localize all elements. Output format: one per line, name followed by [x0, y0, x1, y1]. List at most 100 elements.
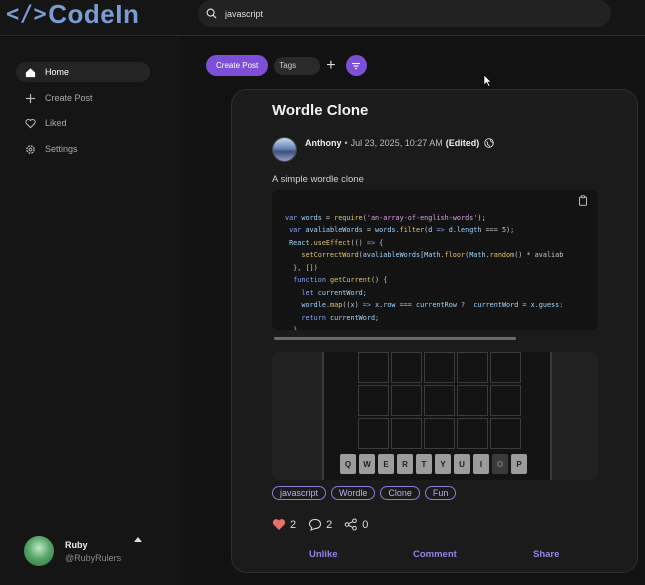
sidebar-item-settings[interactable]: Settings [16, 139, 150, 159]
avatar [24, 536, 54, 566]
filter-icon [352, 62, 361, 69]
tag-chip[interactable]: javascript [272, 486, 327, 500]
code-line: var avaliableWords = words.filter(d => d… [289, 226, 515, 234]
keyboard-key: Q [340, 454, 356, 474]
tag-chip[interactable]: Fun [424, 486, 457, 500]
keyboard-key: R [397, 454, 413, 474]
search-bar[interactable] [198, 0, 611, 27]
tag-chip[interactable]: Wordle [331, 486, 376, 500]
keyboard-key: W [359, 454, 375, 474]
search-input[interactable] [225, 8, 575, 19]
like-count-value: 2 [290, 518, 297, 531]
unlike-button[interactable]: Unlike [309, 549, 338, 560]
user-name: Ruby [65, 539, 88, 550]
user-handle: @RubyRulers [65, 552, 122, 563]
share-count-value: 0 [362, 518, 369, 531]
keyboard-key: O [492, 454, 508, 474]
grid-cell [391, 418, 422, 449]
keyboard-key: U [454, 454, 470, 474]
sidebar-item-label: Settings [45, 144, 78, 154]
post-title[interactable]: Wordle Clone [272, 102, 368, 119]
tag-chip[interactable]: Clone [380, 486, 420, 500]
grid-cell [358, 352, 389, 383]
post-date: Jul 23, 2025, 10:27 AM [350, 138, 443, 148]
code-line: } [285, 326, 298, 330]
globe-icon [484, 138, 494, 148]
grid-cell [391, 385, 422, 416]
author-avatar[interactable] [272, 137, 297, 162]
filter-button[interactable] [345, 55, 367, 76]
heart-icon [24, 117, 36, 129]
tags-select[interactable]: Tags [274, 56, 321, 75]
grid-cell [391, 352, 422, 383]
home-icon [24, 66, 36, 78]
comment-count-value: 2 [326, 518, 333, 531]
mouse-cursor-icon [483, 74, 492, 87]
author-name[interactable]: Anthony [305, 138, 342, 148]
tag-list: javascript Wordle Clone Fun [272, 486, 457, 500]
post-description: A simple wordle clone [272, 174, 364, 185]
post-meta: Anthony • Jul 23, 2025, 10:27 AM (Edited… [305, 138, 494, 148]
post-image[interactable]: Q W E R T Y U I O P [272, 352, 598, 480]
logo-bracket: </> [6, 1, 48, 27]
gear-icon [24, 143, 36, 155]
wordle-game-preview: Q W E R T Y U I O P [322, 352, 552, 480]
sidebar-item-label: Home [45, 67, 70, 77]
sidebar-item-create-post[interactable]: Create Post [16, 88, 150, 108]
code-line: setCorrectWord(avaliableWords[Math.floor… [301, 251, 564, 259]
comment-button[interactable]: Comment [413, 549, 457, 560]
grid-cell [490, 352, 521, 383]
keyboard-key: T [416, 454, 432, 474]
grid-cell [457, 352, 488, 383]
grid-cell [424, 352, 455, 383]
code-line: React.useEffect(() => { [289, 238, 384, 247]
code-line: }, []) [285, 263, 318, 272]
sidebar: Home Create Post Liked Settings [0, 37, 180, 585]
post-stats: 2 2 0 [272, 518, 380, 531]
code-line: wordle.map((x) => x.row === currentRow ?… [301, 301, 564, 309]
action-bar: Create Post Tags + [206, 55, 367, 76]
post-card: Wordle Clone Anthony • Jul 23, 2025, 10:… [231, 89, 638, 573]
share-icon [344, 518, 358, 531]
code-block: var words = require('an-array-of-english… [272, 190, 598, 330]
sidebar-item-liked[interactable]: Liked [16, 113, 150, 133]
grid-cell [457, 385, 488, 416]
sidebar-item-label: Liked [45, 118, 67, 128]
keyboard-key: E [378, 454, 394, 474]
search-icon [206, 8, 217, 19]
share-button[interactable]: Share [533, 549, 559, 560]
logo-text: CodeIn [48, 0, 140, 29]
meta-separator: • [344, 138, 348, 148]
sidebar-item-home[interactable]: Home [16, 62, 150, 82]
code-line: let currentWord; [301, 288, 367, 297]
grid-cell [490, 385, 521, 416]
keyboard-key: P [511, 454, 527, 474]
app-logo[interactable]: </> CodeIn [6, 0, 139, 32]
comment-icon [309, 518, 322, 531]
top-bar: </> CodeIn [0, 0, 645, 36]
plus-icon [24, 92, 36, 104]
caret-up-icon[interactable] [134, 537, 142, 542]
create-post-button[interactable]: Create Post [206, 55, 269, 76]
share-count[interactable]: 0 [344, 518, 368, 531]
grid-cell [424, 418, 455, 449]
code-scrollbar[interactable] [274, 337, 516, 340]
code-line: var words = require('an-array-of-english… [285, 213, 486, 222]
code-line: function getCurrent() { [293, 276, 388, 284]
keyboard-key: I [473, 454, 489, 474]
user-profile[interactable]: Ruby @RubyRulers [24, 536, 121, 566]
comment-count[interactable]: 2 [308, 518, 332, 531]
wordle-grid [358, 352, 521, 449]
grid-cell [424, 385, 455, 416]
code-line: return currentWord; [301, 313, 380, 322]
grid-cell [358, 385, 389, 416]
wordle-keyboard: Q W E R T Y U I O P [340, 454, 527, 474]
copy-icon[interactable] [578, 195, 588, 206]
add-tag-button[interactable]: + [326, 57, 335, 74]
grid-cell [457, 418, 488, 449]
edited-label: (Edited) [445, 138, 480, 148]
heart-filled-icon [272, 519, 286, 530]
keyboard-key: Y [435, 454, 451, 474]
sidebar-item-label: Create Post [45, 93, 93, 103]
like-count[interactable]: 2 [272, 518, 296, 531]
